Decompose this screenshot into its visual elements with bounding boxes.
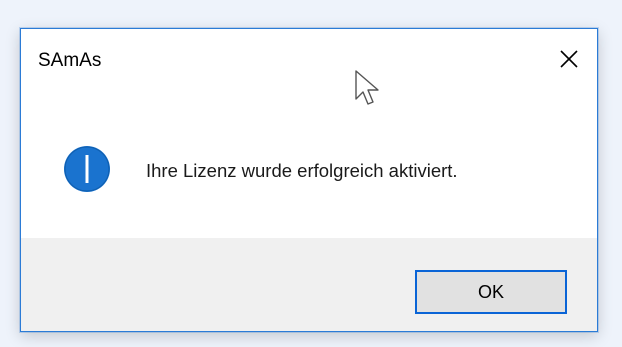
titlebar[interactable]: SAmAs — [21, 29, 597, 93]
ok-button[interactable]: OK — [415, 270, 567, 314]
dialog-footer: OK — [21, 238, 597, 331]
dialog-title: SAmAs — [38, 50, 102, 71]
message-dialog: SAmAs Ihre Lizenz wurde erfolgreich akti… — [20, 28, 598, 332]
close-button[interactable] — [541, 29, 597, 89]
info-icon — [64, 146, 110, 192]
dialog-content: Ihre Lizenz wurde erfolgreich aktiviert. — [21, 93, 597, 239]
dialog-message: Ihre Lizenz wurde erfolgreich aktiviert. — [146, 160, 458, 181]
close-icon — [560, 50, 578, 68]
